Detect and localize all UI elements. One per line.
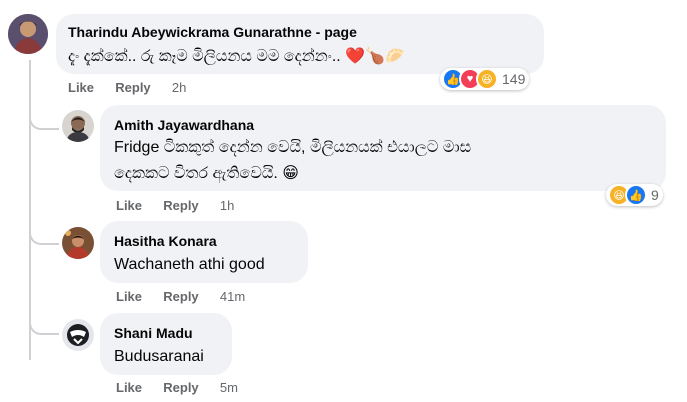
comment-text-body: දැං දැක්කේ.. රු කෑම මිලියනය මම දෙන්නං.. [68, 48, 341, 65]
reply-button[interactable]: Reply [163, 380, 198, 395]
reaction-summary[interactable]: 😆 👍 9 [606, 184, 663, 206]
comment-bubble: Amith Jayawardhana Fridge ටිකකුත් දෙන්න … [100, 105, 666, 191]
reply-button[interactable]: Reply [163, 289, 198, 304]
comment-bubble: Hasitha Konara Wachaneth athi good [100, 221, 308, 283]
comment-text-line: දෙකකට විතර ඇතිවෙයි. 😁 [114, 163, 299, 185]
reply-button[interactable]: Reply [163, 198, 198, 213]
reaction-count: 9 [651, 187, 659, 203]
reaction-summary[interactable]: 👍 ♥ 😆 149 [440, 68, 530, 90]
comment-bubble: Shani Madu Budusaranai [100, 313, 232, 375]
comment-actions: Like Reply 2h [68, 80, 186, 95]
thread-branch [29, 305, 59, 335]
avatar[interactable] [62, 227, 94, 259]
comment-time[interactable]: 1h [220, 198, 234, 213]
reply-button[interactable]: Reply [115, 80, 150, 95]
avatar[interactable] [62, 319, 94, 351]
comment-time[interactable]: 2h [172, 80, 186, 95]
comment-author[interactable]: Hasitha Konara [114, 233, 217, 249]
like-button[interactable]: Like [116, 198, 142, 213]
comment-text-line: Fridge ටිකකුත් දෙන්න වෙයි, මිලියනයක් එයා… [114, 139, 472, 156]
comment-text: Budusaranai [114, 348, 204, 365]
thread-branch [29, 215, 59, 245]
like-button[interactable]: Like [116, 380, 142, 395]
like-button[interactable]: Like [116, 289, 142, 304]
comment-bubble: Tharindu Abeywickrama Gunarathne - page … [56, 14, 544, 74]
like-button[interactable]: Like [68, 80, 94, 95]
comment-author[interactable]: Tharindu Abeywickrama Gunarathne - page [68, 24, 357, 40]
comment-text-body: දෙකකට විතර ඇතිවෙයි. [114, 165, 278, 182]
comment-text: Wachaneth athi good [114, 256, 265, 273]
avatar[interactable] [8, 14, 48, 54]
comment-author[interactable]: Shani Madu [114, 325, 193, 341]
comment-actions: Like Reply 41m [116, 289, 245, 304]
avatar[interactable] [62, 110, 94, 142]
comment-emoji: 😁 [282, 165, 299, 182]
reaction-count: 149 [502, 71, 526, 87]
comment-text: දැං දැක්කේ.. රු කෑම මිලියනය මම දෙන්නං.. … [68, 46, 405, 68]
comment-time[interactable]: 5m [220, 380, 238, 395]
comment-author[interactable]: Amith Jayawardhana [114, 117, 254, 133]
comment-time[interactable]: 41m [220, 289, 245, 304]
comment-actions: Like Reply 5m [116, 380, 238, 395]
comment-actions: Like Reply 1h [116, 198, 234, 213]
comment-emoji: ❤️🍗🥟 [345, 48, 405, 65]
thread-branch [29, 100, 59, 130]
haha-icon: 😆 [476, 68, 498, 90]
like-icon: 👍 [625, 184, 647, 206]
